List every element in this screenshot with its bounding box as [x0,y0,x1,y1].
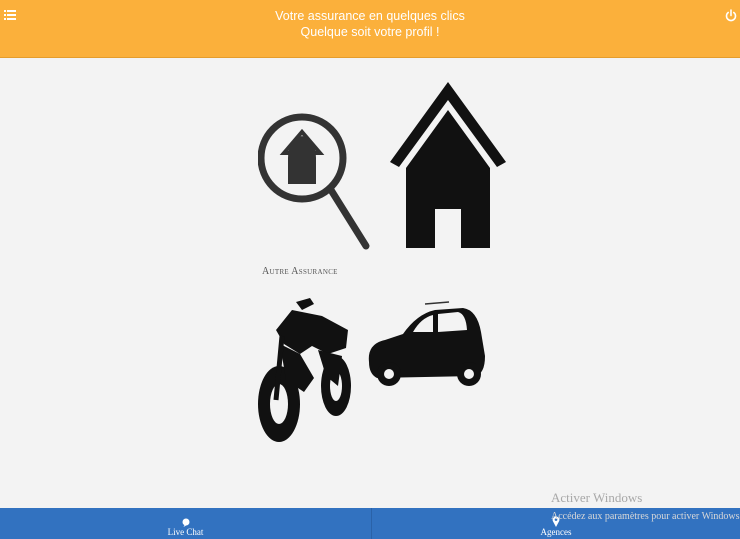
header-subtagline: Quelque soit votre profil ! [300,25,440,39]
power-icon[interactable] [725,9,737,23]
live-chat-label: Live Chat [167,527,204,537]
header-tagline: Votre assurance en quelques clics [275,9,465,23]
search-house-icon [258,113,370,250]
live-chat-button[interactable]: Live Chat [0,508,371,539]
activate-windows-title: Activer Windows [551,490,643,505]
house-icon [390,82,506,248]
home-insurance-tile[interactable] [388,78,510,250]
car-insurance-tile[interactable] [365,300,490,390]
other-insurance-tile[interactable] [258,88,373,253]
motorcycle-icon [258,298,351,442]
agencies-label: Agences [540,527,572,537]
motorcycle-insurance-tile[interactable] [252,296,357,446]
other-insurance-caption[interactable]: Autre Assurance [262,266,362,277]
car-icon [368,301,485,386]
app-header: Votre assurance en quelques clics Quelqu… [0,0,740,58]
activate-windows-subtitle: Accédez aux paramètres pour activer Wind… [551,511,740,522]
